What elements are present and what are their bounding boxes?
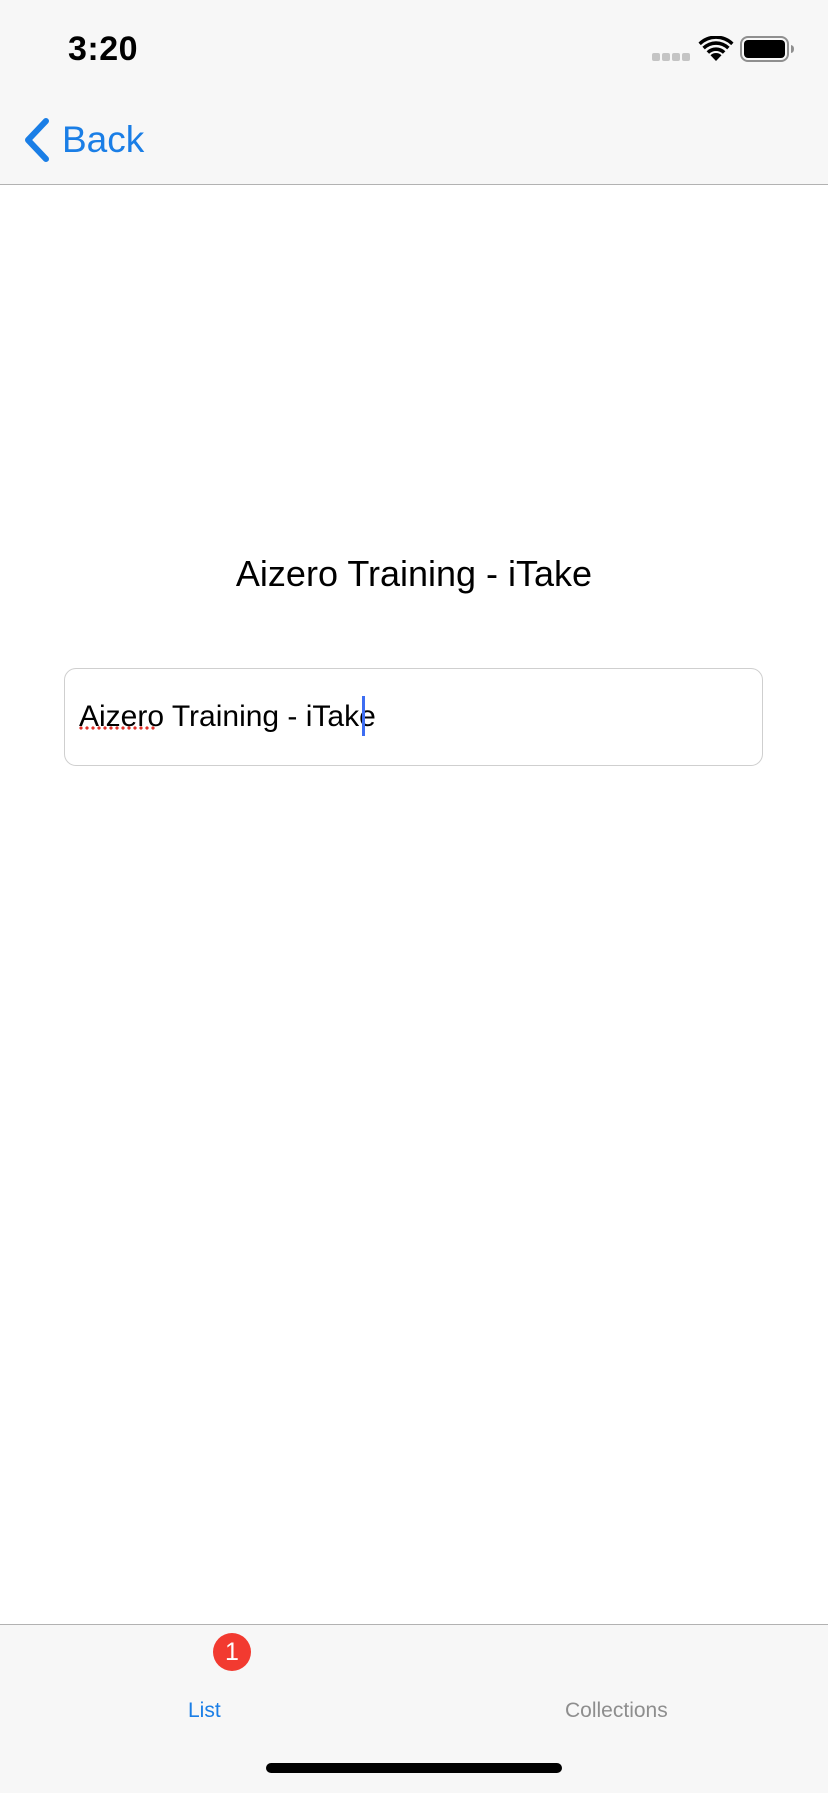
status-bar: 3:20: [0, 0, 828, 96]
tab-collections-label: Collections: [565, 1699, 668, 1722]
tab-collections[interactable]: Collections: [414, 1625, 828, 1725]
home-indicator[interactable]: [266, 1763, 562, 1773]
name-input[interactable]: [79, 669, 739, 765]
status-time: 3:20: [68, 30, 139, 68]
tab-list-badge: 1: [213, 1633, 251, 1671]
signal-dots-icon: [652, 53, 690, 62]
chevron-left-icon: [25, 118, 49, 162]
name-field-container: [64, 668, 763, 766]
navigation-bar: Back: [0, 96, 828, 185]
back-button[interactable]: Back: [22, 116, 144, 164]
battery-icon: [740, 36, 794, 62]
spellcheck-underline: [78, 726, 156, 730]
wifi-icon: [698, 36, 734, 61]
text-caret: [362, 696, 365, 736]
tab-list[interactable]: 1 List: [0, 1625, 414, 1725]
back-label: Back: [62, 119, 145, 160]
page-title: Aizero Training - iTake: [235, 553, 593, 594]
tab-list-label: List: [188, 1699, 221, 1722]
